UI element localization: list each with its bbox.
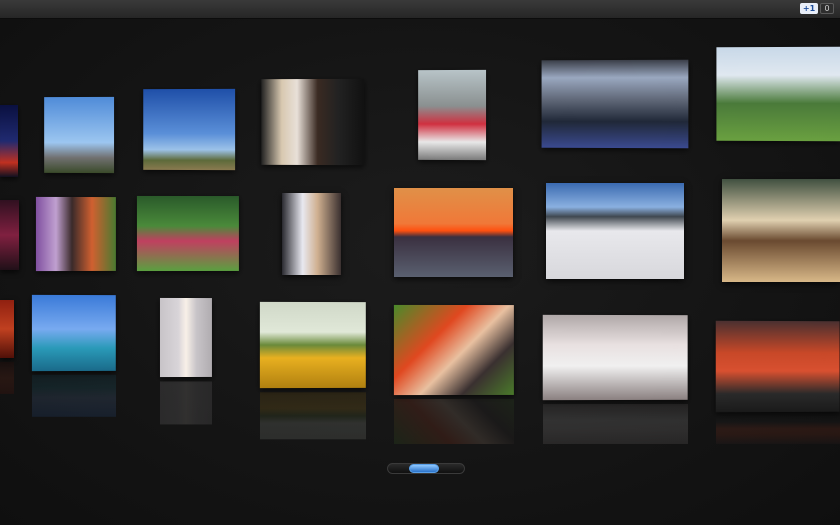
photo-icon [136, 195, 239, 272]
photo-icon [0, 300, 14, 358]
photo-tile-tropical-beach[interactable] [31, 294, 116, 372]
photo-reflection [716, 416, 840, 444]
photo-tile-friends-on-towel[interactable] [393, 304, 514, 396]
photo-tile-couple-portrait[interactable] [282, 193, 341, 275]
photo-reflection [394, 399, 514, 444]
photo-icon [393, 304, 514, 396]
photo-icon [0, 200, 19, 270]
photo-tile-man-red-face[interactable] [715, 320, 840, 413]
plus-one-count: 0 [820, 3, 834, 14]
plus-one-button[interactable]: +1 [800, 3, 818, 14]
photo-reflection [543, 404, 688, 444]
photo-tile-party-crowd-edge[interactable] [0, 200, 19, 270]
photo-icon [35, 196, 116, 272]
photo-icon [0, 104, 18, 178]
photo-tile-woman-white-dress[interactable] [159, 297, 212, 378]
photo-icon [261, 78, 365, 166]
photo-icon [44, 96, 115, 174]
photo-icon [143, 88, 236, 171]
photo-tile-giant-chair-sculpture[interactable] [44, 96, 115, 174]
photo-reflection [260, 392, 366, 440]
photo-reflection [0, 362, 14, 394]
photo-tile-sunset-sea[interactable] [394, 188, 513, 277]
photo-icon [31, 294, 116, 372]
photo-tile-boxing-ring[interactable] [541, 59, 689, 149]
photo-tile-sunflower-field[interactable] [259, 301, 366, 389]
photo-wall [0, 18, 840, 525]
photo-icon [282, 193, 341, 275]
photo-tile-couple-indoors[interactable] [542, 314, 688, 401]
top-toolbar: +1 0 [0, 0, 840, 19]
photo-tile-night-lights-edge[interactable] [0, 104, 18, 178]
photo-tile-snowboarder[interactable] [546, 183, 684, 279]
photo-icon [716, 46, 840, 142]
photo-tile-couple-at-flowers[interactable] [35, 196, 116, 272]
scrollbar-thumb[interactable] [409, 464, 439, 473]
photo-tile-couple-selfie[interactable] [261, 78, 365, 166]
photo-icon [542, 314, 688, 401]
photo-tile-red-edge[interactable] [0, 300, 14, 358]
photo-tile-woman-red-scarf[interactable] [418, 69, 487, 161]
photo-tile-girls-with-dog[interactable] [722, 179, 840, 282]
photo-reflection [32, 375, 116, 417]
photo-icon [418, 69, 487, 161]
photo-reflection [160, 381, 212, 425]
photo-icon [394, 188, 513, 277]
photo-icon [546, 183, 684, 279]
photo-tile-blue-sky-clouds[interactable] [143, 88, 236, 171]
photo-icon [722, 179, 840, 282]
photo-icon [259, 301, 366, 389]
photo-icon [541, 59, 689, 149]
photo-icon [715, 320, 840, 413]
photo-tile-park-lawn-trees[interactable] [716, 46, 840, 142]
photo-icon [159, 297, 212, 378]
photo-tile-garden-picnic[interactable] [136, 195, 239, 272]
